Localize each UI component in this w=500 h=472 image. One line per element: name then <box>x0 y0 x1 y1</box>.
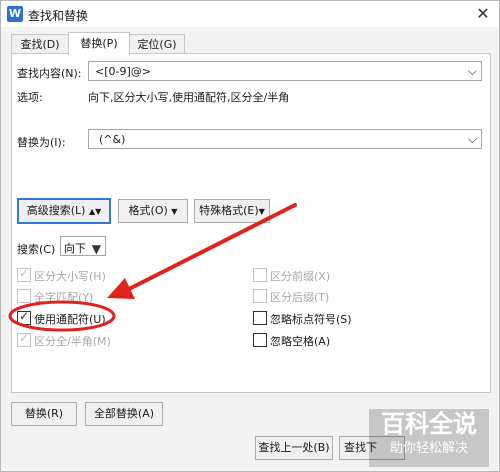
red-annotation <box>8 203 297 332</box>
tab-replace[interactable]: 替换(P) <box>68 32 130 55</box>
watermark-main: 百科全说 <box>381 410 477 438</box>
watermark-sub: 助你轻松解决 <box>389 441 468 456</box>
find-replace-dialog: W 查找和替换 ✕ 查找(D) 替换(P) 定位(G) 查找内容(N): <[0… <box>0 0 500 472</box>
find-previous-button[interactable]: 查找上一处(B) <box>255 436 333 460</box>
annotation-arrow-shaft <box>127 203 297 291</box>
replace-button[interactable]: 替换(R) <box>11 402 77 426</box>
watermark: 百科全说 助你轻松解决 <box>369 409 489 467</box>
annotation-ellipse <box>8 300 116 332</box>
replace-all-button[interactable]: 全部替换(A) <box>85 402 163 426</box>
